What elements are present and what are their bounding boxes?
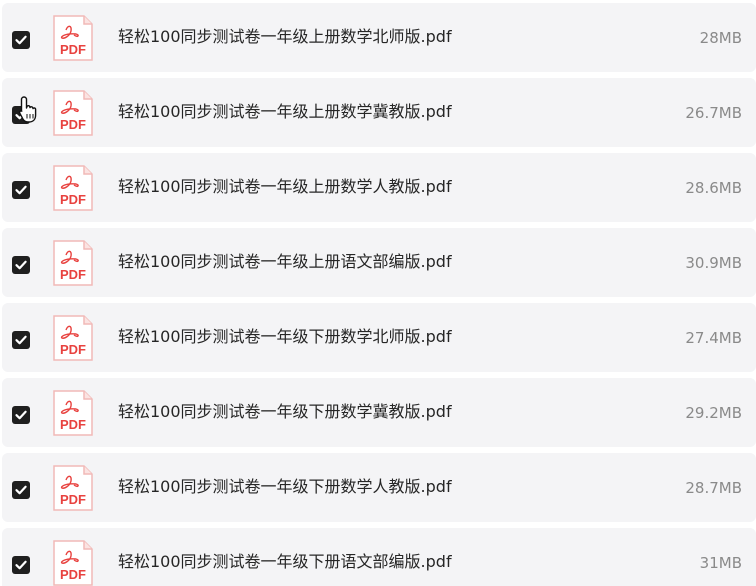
- pdf-file-icon: PDF: [52, 464, 94, 512]
- file-row[interactable]: PDF 轻松100同步测试卷一年级下册语文部编版.pdf 31MB: [2, 528, 756, 586]
- file-checkbox[interactable]: [12, 181, 30, 199]
- svg-text:PDF: PDF: [60, 342, 86, 357]
- file-name[interactable]: 轻松100同步测试卷一年级下册语文部编版.pdf: [118, 552, 452, 572]
- file-name[interactable]: 轻松100同步测试卷一年级下册数学人教版.pdf: [118, 477, 452, 497]
- file-row[interactable]: PDF 轻松100同步测试卷一年级上册数学北师版.pdf 28MB: [2, 3, 756, 72]
- file-size: 26.7MB: [685, 104, 742, 122]
- file-checkbox[interactable]: [12, 106, 30, 124]
- pdf-file-icon: PDF: [52, 89, 94, 137]
- file-name[interactable]: 轻松100同步测试卷一年级下册数学冀教版.pdf: [118, 402, 452, 422]
- file-row[interactable]: PDF 轻松100同步测试卷一年级上册语文部编版.pdf 30.9MB: [2, 228, 756, 297]
- file-checkbox[interactable]: [12, 406, 30, 424]
- svg-text:PDF: PDF: [60, 267, 86, 282]
- file-checkbox[interactable]: [12, 31, 30, 49]
- file-row[interactable]: PDF 轻松100同步测试卷一年级上册数学人教版.pdf 28.6MB: [2, 153, 756, 222]
- pdf-file-icon: PDF: [52, 239, 94, 287]
- file-row[interactable]: PDF 轻松100同步测试卷一年级上册数学冀教版.pdf 26.7MB: [2, 78, 756, 147]
- file-name[interactable]: 轻松100同步测试卷一年级上册数学冀教版.pdf: [118, 102, 452, 122]
- svg-text:PDF: PDF: [60, 492, 86, 507]
- file-size: 28.7MB: [685, 479, 742, 497]
- file-size: 27.4MB: [685, 329, 742, 347]
- file-size: 29.2MB: [685, 404, 742, 422]
- file-size: 28MB: [699, 29, 742, 47]
- file-name[interactable]: 轻松100同步测试卷一年级上册数学人教版.pdf: [118, 177, 452, 197]
- pdf-file-icon: PDF: [52, 389, 94, 437]
- file-name[interactable]: 轻松100同步测试卷一年级下册数学北师版.pdf: [118, 327, 452, 347]
- pdf-file-icon: PDF: [52, 314, 94, 362]
- pdf-file-icon: PDF: [52, 539, 94, 586]
- file-row[interactable]: PDF 轻松100同步测试卷一年级下册数学人教版.pdf 28.7MB: [2, 453, 756, 522]
- file-checkbox[interactable]: [12, 331, 30, 349]
- file-name[interactable]: 轻松100同步测试卷一年级上册数学北师版.pdf: [118, 27, 452, 47]
- file-size: 28.6MB: [685, 179, 742, 197]
- svg-text:PDF: PDF: [60, 42, 86, 57]
- svg-text:PDF: PDF: [60, 117, 86, 132]
- file-name[interactable]: 轻松100同步测试卷一年级上册语文部编版.pdf: [118, 252, 452, 272]
- file-size: 31MB: [699, 554, 742, 572]
- file-list: PDF 轻松100同步测试卷一年级上册数学北师版.pdf 28MB PDF 轻松…: [0, 0, 756, 586]
- file-size: 30.9MB: [685, 254, 742, 272]
- svg-text:PDF: PDF: [60, 567, 86, 582]
- file-checkbox[interactable]: [12, 481, 30, 499]
- file-checkbox[interactable]: [12, 256, 30, 274]
- file-row[interactable]: PDF 轻松100同步测试卷一年级下册数学冀教版.pdf 29.2MB: [2, 378, 756, 447]
- pdf-file-icon: PDF: [52, 14, 94, 62]
- svg-text:PDF: PDF: [60, 192, 86, 207]
- file-row[interactable]: PDF 轻松100同步测试卷一年级下册数学北师版.pdf 27.4MB: [2, 303, 756, 372]
- file-checkbox[interactable]: [12, 556, 30, 574]
- svg-text:PDF: PDF: [60, 417, 86, 432]
- pdf-file-icon: PDF: [52, 164, 94, 212]
